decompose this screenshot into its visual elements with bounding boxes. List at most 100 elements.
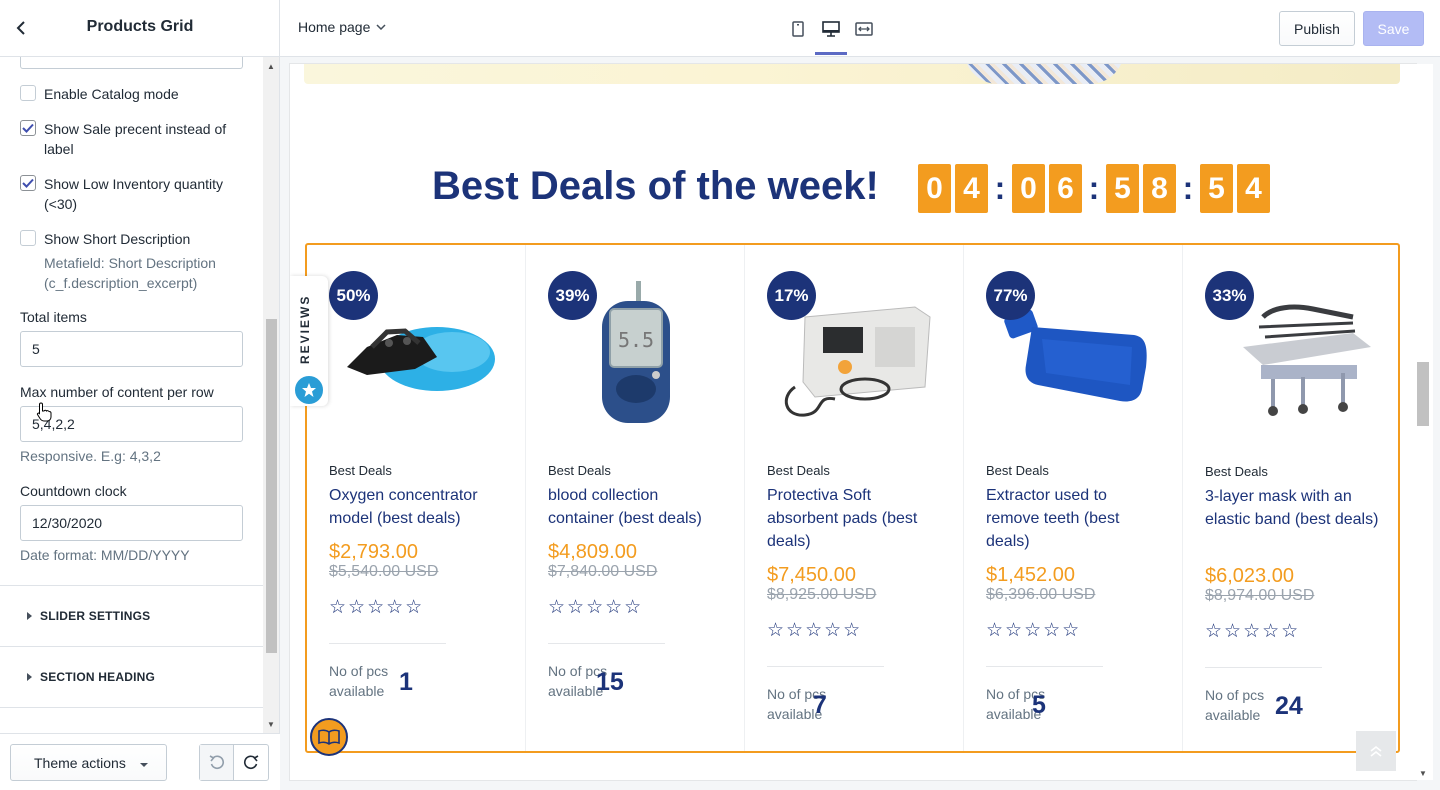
product-card[interactable]: 77% Best Deals Extractor used to remove … [964,245,1183,751]
show-low-inventory-option[interactable]: Show Low Inventory quantity (<30) [20,174,239,214]
sidebar-header: Products Grid [0,0,280,57]
previous-field-input[interactable] [20,57,243,69]
caret-down-icon [139,762,148,767]
availability-label: No of pcs available [329,663,389,699]
theme-actions-button[interactable]: Theme actions [10,744,167,781]
publish-button[interactable]: Publish [1279,11,1355,46]
countdown-timer: 0 4 : 0 6 : 5 8 : 5 4 [918,164,1274,213]
enable-catalog-mode-checkbox[interactable] [20,85,36,101]
sale-price: $4,809.00 [548,541,637,563]
sidebar-footer: Theme actions [0,733,280,790]
product-title[interactable]: blood collection container (best deals) [548,484,726,530]
next-section-toggle[interactable] [0,707,263,733]
sidebar-title: Products Grid [86,18,194,35]
fullscreen-icon [855,22,873,36]
divider [767,666,884,667]
chevron-down-icon [376,24,386,30]
editor-topbar: Home page Publish Save [280,0,1440,57]
product-title[interactable]: 3-layer mask with an elastic band (best … [1205,485,1383,531]
product-card[interactable]: 50% Best Deals Oxygen concentrator model… [307,245,526,751]
product-title[interactable]: Protectiva Soft absorbent pads (best dea… [767,484,945,553]
section-label: SLIDER SETTINGS [40,609,151,623]
rating-stars: ☆☆☆☆☆ [329,597,425,618]
divider [548,643,665,644]
divider [329,643,446,644]
product-vendor: Best Deals [329,463,392,478]
sale-price: $7,450.00 [767,564,856,586]
countdown-input[interactable]: 12/30/2020 [20,505,243,541]
show-low-inventory-checkbox[interactable] [20,175,36,191]
compare-price: $5,540.00 USD [329,563,439,580]
scroll-up-arrow-icon[interactable]: ▲ [263,59,279,73]
undo-icon [209,754,224,769]
star-shape [302,383,316,397]
book-icon[interactable] [310,718,348,756]
product-title[interactable]: Extractor used to remove teeth (best dea… [986,484,1164,553]
product-card[interactable]: 39% 5.5 Best Deals blood collection cont… [526,245,745,751]
max-content-input[interactable]: 5,4,2,2 [20,406,243,442]
checkmark-icon [22,123,34,133]
availability-quantity: 7 [813,691,827,719]
discount-badge: 33% [1205,271,1254,320]
preview-scrollbar[interactable]: ▼ [1416,64,1433,780]
product-vendor: Best Deals [1205,464,1268,479]
discount-badge: 17% [767,271,816,320]
checkbox-label: Enable Catalog mode [44,86,179,102]
checkbox-label: Show Short Description [44,231,191,247]
product-card[interactable]: 17% Best Deals Protectiva Soft absorbent… [745,245,964,751]
scroll-down-arrow-icon[interactable]: ▼ [1419,769,1427,778]
timer-digit: 6 [1049,164,1082,213]
divider [986,666,1103,667]
show-sale-percent-checkbox[interactable] [20,120,36,136]
section-heading-toggle[interactable]: SECTION HEADING [0,646,263,707]
star-icon[interactable] [293,374,325,406]
compare-price: $8,974.00 USD [1205,587,1315,604]
total-items-input[interactable]: 5 [20,331,243,367]
rating-stars: ☆☆☆☆☆ [986,620,1082,641]
sidebar-scrollbar[interactable]: ▲ ▼ [263,57,279,733]
theme-actions-label: Theme actions [34,754,126,771]
show-short-description-option[interactable]: Show Short Description [20,229,239,249]
settings-panel[interactable]: Enable Catalog mode Show Sale precent in… [0,57,263,733]
show-sale-percent-option[interactable]: Show Sale precent instead of label [20,119,239,159]
page-selector[interactable]: Home page [298,19,386,35]
total-items-label: Total items [20,309,87,325]
timer-digit: 0 [918,164,951,213]
desktop-icon [822,21,840,37]
compare-price: $6,396.00 USD [986,586,1096,603]
desktop-view-button[interactable] [818,16,844,42]
availability-label: No of pcs available [1205,687,1265,723]
save-button[interactable]: Save [1363,11,1424,46]
scrollbar-thumb[interactable] [266,319,277,653]
redo-icon [243,754,259,769]
undo-button[interactable] [200,745,235,780]
timer-separator: : [1088,170,1100,206]
discount-badge: 50% [329,271,378,320]
divider [1205,667,1322,668]
countdown-help: Date format: MM/DD/YYYY [20,547,190,563]
product-card[interactable]: 33% Best Deals 3-layer mask with an elas… [1183,245,1402,751]
page-selector-label: Home page [298,19,371,35]
enable-catalog-mode-option[interactable]: Enable Catalog mode [20,84,239,104]
product-vendor: Best Deals [986,463,1049,478]
mobile-view-button[interactable] [785,16,811,42]
show-short-description-checkbox[interactable] [20,230,36,246]
section-heading: Best Deals of the week! [432,164,879,208]
banner-person-image [964,64,1124,84]
product-title[interactable]: Oxygen concentrator model (best deals) [329,484,507,530]
fullscreen-view-button[interactable] [851,16,877,42]
active-view-indicator [815,52,847,55]
preview-scrollbar-thumb[interactable] [1417,362,1429,426]
timer-digit: 4 [955,164,988,213]
back-to-top-button[interactable] [1356,731,1396,771]
caret-right-icon [27,612,32,620]
discount-badge: 77% [986,271,1035,320]
slider-settings-toggle[interactable]: SLIDER SETTINGS [0,585,263,646]
redo-button[interactable] [234,745,268,780]
timer-digit: 5 [1200,164,1233,213]
store-preview: Best Deals of the week! 0 4 : 0 6 : 5 8 … [290,64,1416,780]
section-label: SECTION HEADING [40,670,156,684]
timer-digit: 0 [1012,164,1045,213]
scroll-down-arrow-icon[interactable]: ▼ [263,717,279,731]
timer-digit: 5 [1106,164,1139,213]
